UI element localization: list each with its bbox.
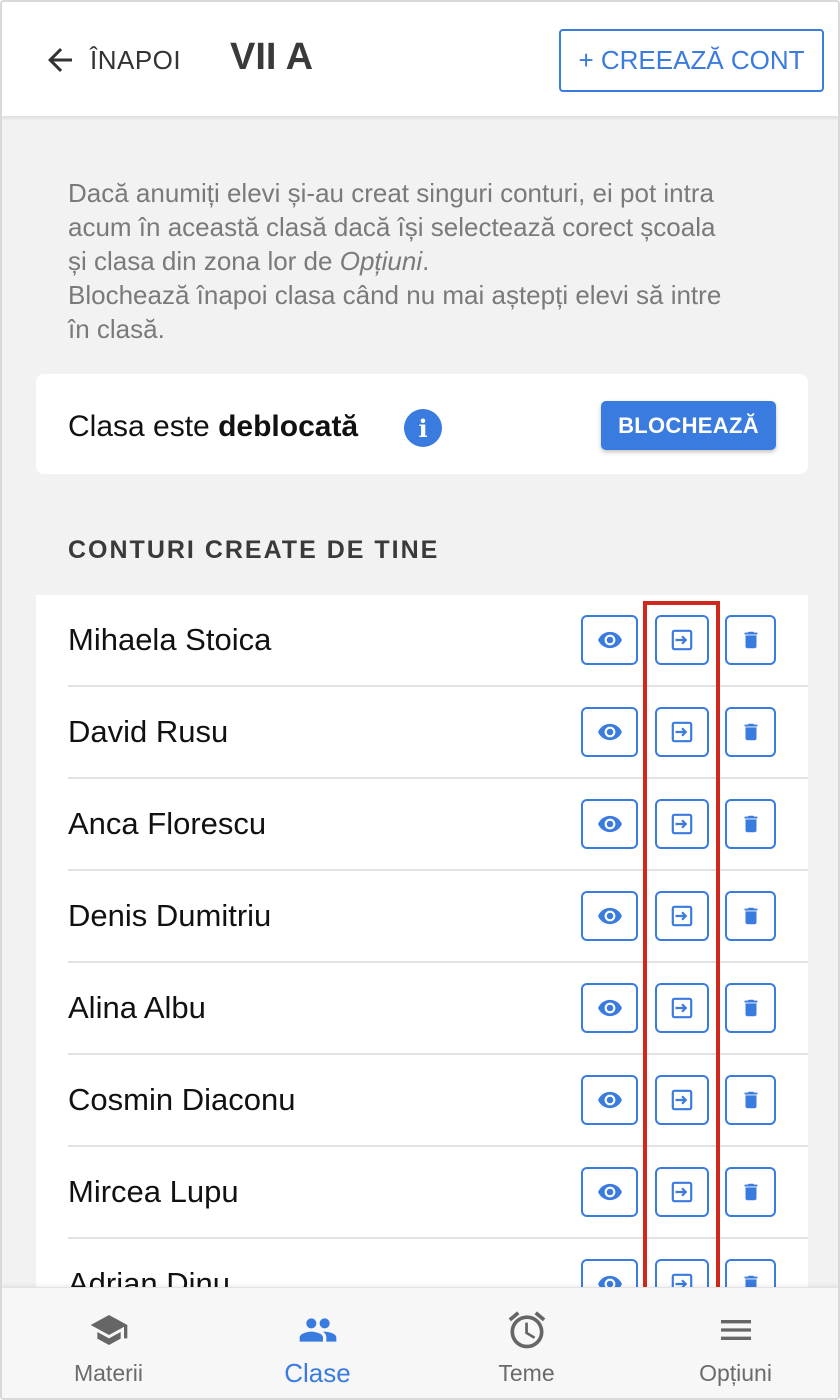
student-row: Cosmin Diaconu	[36, 1055, 808, 1147]
menu-icon	[714, 1308, 758, 1352]
page-title: VII A	[230, 36, 314, 78]
lock-class-button[interactable]: BLOCHEAZĂ	[601, 401, 776, 450]
lock-status: Clasa este deblocată	[68, 410, 358, 444]
login-as-student-button[interactable]	[655, 891, 709, 941]
login-icon	[669, 811, 695, 837]
eye-icon	[597, 627, 623, 653]
login-icon	[669, 719, 695, 745]
login-icon	[669, 627, 695, 653]
info-line: acum în această clasă dacă își selecteaz…	[68, 212, 716, 242]
student-list: Mihaela Stoica David Rusu Anca Florescu Den…	[36, 595, 808, 1295]
nav-label: Teme	[498, 1360, 555, 1386]
nav-label: Materii	[73, 1360, 143, 1386]
create-account-button[interactable]: + CREEAZĂ CONT	[559, 29, 824, 92]
info-line: și clasa din zona lor de Opțiuni.	[68, 244, 788, 278]
trash-icon	[740, 627, 762, 653]
trash-icon	[740, 1087, 762, 1113]
student-name: Alina Albu	[68, 990, 206, 1025]
view-student-button[interactable]	[581, 1075, 638, 1125]
class-lock-card: Clasa este deblocată i BLOCHEAZĂ	[36, 374, 808, 474]
info-icon[interactable]: i	[404, 409, 442, 447]
info-paragraph: Dacă anumiți elevi și-au creat singuri c…	[68, 176, 788, 346]
login-as-student-button[interactable]	[655, 707, 709, 757]
nav-item-optiuni[interactable]: Opțiuni	[631, 1288, 838, 1398]
back-button[interactable]: ÎNAPOI	[42, 40, 181, 80]
nav-label: Opțiuni	[699, 1360, 772, 1386]
student-name: Cosmin Diaconu	[68, 1082, 296, 1117]
login-as-student-button[interactable]	[655, 615, 709, 665]
login-icon	[669, 995, 695, 1021]
student-row: Mircea Lupu	[36, 1147, 808, 1239]
delete-student-button[interactable]	[725, 707, 776, 757]
view-student-button[interactable]	[581, 707, 638, 757]
view-student-button[interactable]	[581, 983, 638, 1033]
nav-label: Clase	[284, 1358, 351, 1388]
student-name: David Rusu	[68, 714, 229, 749]
login-as-student-button[interactable]	[655, 983, 709, 1033]
info-line: în clasă.	[68, 314, 165, 344]
trash-icon	[740, 903, 762, 929]
delete-student-button[interactable]	[725, 983, 776, 1033]
student-row: Anca Florescu	[36, 779, 808, 871]
login-icon	[669, 903, 695, 929]
top-app-bar: ÎNAPOI VII A + CREEAZĂ CONT	[2, 2, 838, 116]
graduation-cap-icon	[86, 1308, 132, 1352]
delete-student-button[interactable]	[725, 615, 776, 665]
trash-icon	[740, 995, 762, 1021]
student-row: Alina Albu	[36, 963, 808, 1055]
view-student-button[interactable]	[581, 799, 638, 849]
student-row: Denis Dumitriu	[36, 871, 808, 963]
login-as-student-button[interactable]	[655, 1167, 709, 1217]
login-icon	[669, 1179, 695, 1205]
eye-icon	[597, 811, 623, 837]
eye-icon	[597, 1087, 623, 1113]
nav-item-clase[interactable]: Clase	[213, 1288, 422, 1398]
delete-student-button[interactable]	[725, 1167, 776, 1217]
trash-icon	[740, 811, 762, 837]
login-as-student-button[interactable]	[655, 799, 709, 849]
eye-icon	[597, 1179, 623, 1205]
student-name: Anca Florescu	[68, 806, 267, 841]
app-frame: ÎNAPOI VII A + CREEAZĂ CONT Dacă anumiți…	[0, 0, 840, 1400]
trash-icon	[740, 719, 762, 745]
login-as-student-button[interactable]	[655, 1075, 709, 1125]
info-text-fragment: .	[422, 246, 430, 276]
delete-student-button[interactable]	[725, 799, 776, 849]
eye-icon	[597, 903, 623, 929]
student-name: Mihaela Stoica	[68, 622, 272, 657]
student-row: Mihaela Stoica	[36, 595, 808, 687]
alarm-clock-icon	[505, 1308, 549, 1352]
people-icon	[294, 1308, 342, 1352]
student-name: Mircea Lupu	[68, 1174, 239, 1209]
student-row: David Rusu	[36, 687, 808, 779]
view-student-button[interactable]	[581, 615, 638, 665]
info-line: Blochează înapoi clasa când nu mai aștep…	[68, 280, 722, 310]
delete-student-button[interactable]	[725, 891, 776, 941]
view-student-button[interactable]	[581, 891, 638, 941]
lock-status-prefix: Clasa este	[68, 410, 219, 443]
arrow-left-icon	[48, 48, 72, 72]
student-name: Denis Dumitriu	[68, 898, 272, 933]
options-reference: Opțiuni	[339, 246, 423, 276]
eye-icon	[597, 995, 623, 1021]
lock-status-value: deblocată	[218, 410, 359, 443]
nav-item-teme[interactable]: Teme	[422, 1288, 631, 1398]
bottom-navigation: Materii Clase Teme Opțiuni	[2, 1287, 838, 1398]
info-text-fragment: și clasa din zona lor de	[68, 246, 340, 276]
delete-student-button[interactable]	[725, 1075, 776, 1125]
eye-icon	[597, 719, 623, 745]
nav-item-materii[interactable]: Materii	[4, 1288, 213, 1398]
info-line: Dacă anumiți elevi și-au creat singuri c…	[68, 178, 714, 208]
view-student-button[interactable]	[581, 1167, 638, 1217]
section-title: CONTURI CREATE DE TINE	[68, 536, 440, 564]
login-icon	[669, 1087, 695, 1113]
trash-icon	[740, 1179, 762, 1205]
back-label: ÎNAPOI	[90, 44, 182, 75]
